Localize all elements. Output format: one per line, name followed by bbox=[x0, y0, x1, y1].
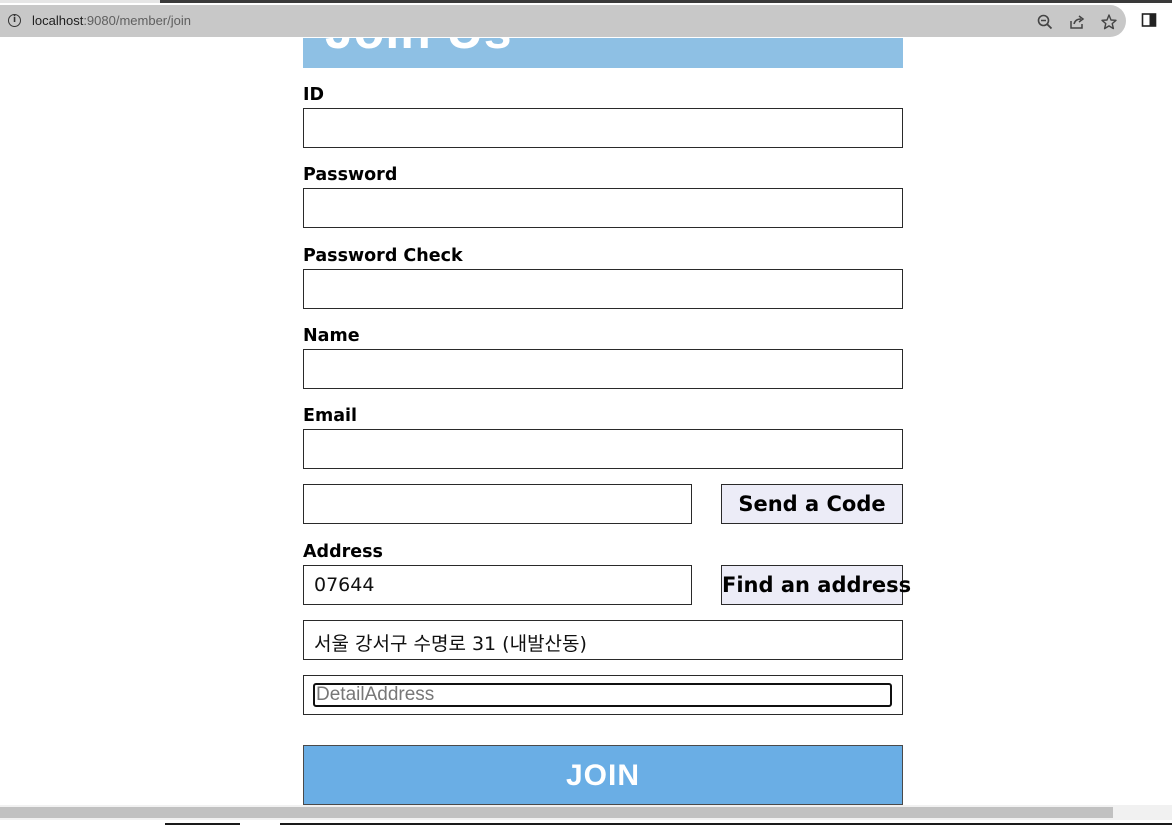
url-path: :9080/member/join bbox=[83, 13, 191, 28]
name-input[interactable] bbox=[303, 349, 903, 389]
send-code-button[interactable]: Send a Code bbox=[721, 484, 903, 524]
password-check-label: Password Check bbox=[303, 246, 463, 266]
join-button[interactable]: JOIN bbox=[303, 745, 903, 805]
password-input[interactable] bbox=[303, 188, 903, 228]
detail-address-field[interactable] bbox=[303, 675, 903, 715]
zoom-icon[interactable] bbox=[1036, 13, 1054, 31]
name-label: Name bbox=[303, 326, 360, 346]
address-bar[interactable]: i localhost:9080/member/join bbox=[0, 5, 1126, 37]
horizontal-scrollbar[interactable] bbox=[0, 805, 1172, 820]
email-code-input[interactable] bbox=[303, 484, 692, 524]
info-icon[interactable]: i bbox=[8, 14, 21, 27]
page-title: Join Us bbox=[325, 38, 513, 60]
detail-address-focus-ring bbox=[313, 683, 892, 707]
zipcode-value: 07644 bbox=[314, 574, 375, 596]
share-icon[interactable] bbox=[1068, 13, 1086, 31]
id-input[interactable] bbox=[303, 108, 903, 148]
url-host: localhost bbox=[32, 13, 84, 28]
join-banner: Join Us bbox=[303, 38, 903, 68]
star-icon[interactable] bbox=[1100, 13, 1118, 31]
password-label: Password bbox=[303, 165, 398, 185]
email-input[interactable] bbox=[303, 429, 903, 469]
url-text[interactable]: localhost:9080/member/join bbox=[32, 13, 191, 28]
address-label: Address bbox=[303, 542, 383, 562]
browser-toolbar: i localhost:9080/member/join bbox=[0, 3, 1172, 38]
scrollbar-thumb[interactable] bbox=[0, 807, 1113, 818]
password-check-input[interactable] bbox=[303, 269, 903, 309]
detail-address-input[interactable] bbox=[315, 685, 890, 705]
email-label: Email bbox=[303, 406, 357, 426]
zipcode-input[interactable]: 07644 bbox=[303, 565, 692, 605]
sidepanel-icon[interactable] bbox=[1140, 11, 1158, 29]
id-label: ID bbox=[303, 85, 325, 105]
window-bottom-edge bbox=[0, 820, 1172, 825]
address-input[interactable]: 서울 강서구 수명로 31 (내발산동) bbox=[303, 620, 903, 660]
address-value: 서울 강서구 수명로 31 (내발산동) bbox=[314, 633, 587, 655]
find-address-button[interactable]: Find an address bbox=[721, 565, 911, 605]
